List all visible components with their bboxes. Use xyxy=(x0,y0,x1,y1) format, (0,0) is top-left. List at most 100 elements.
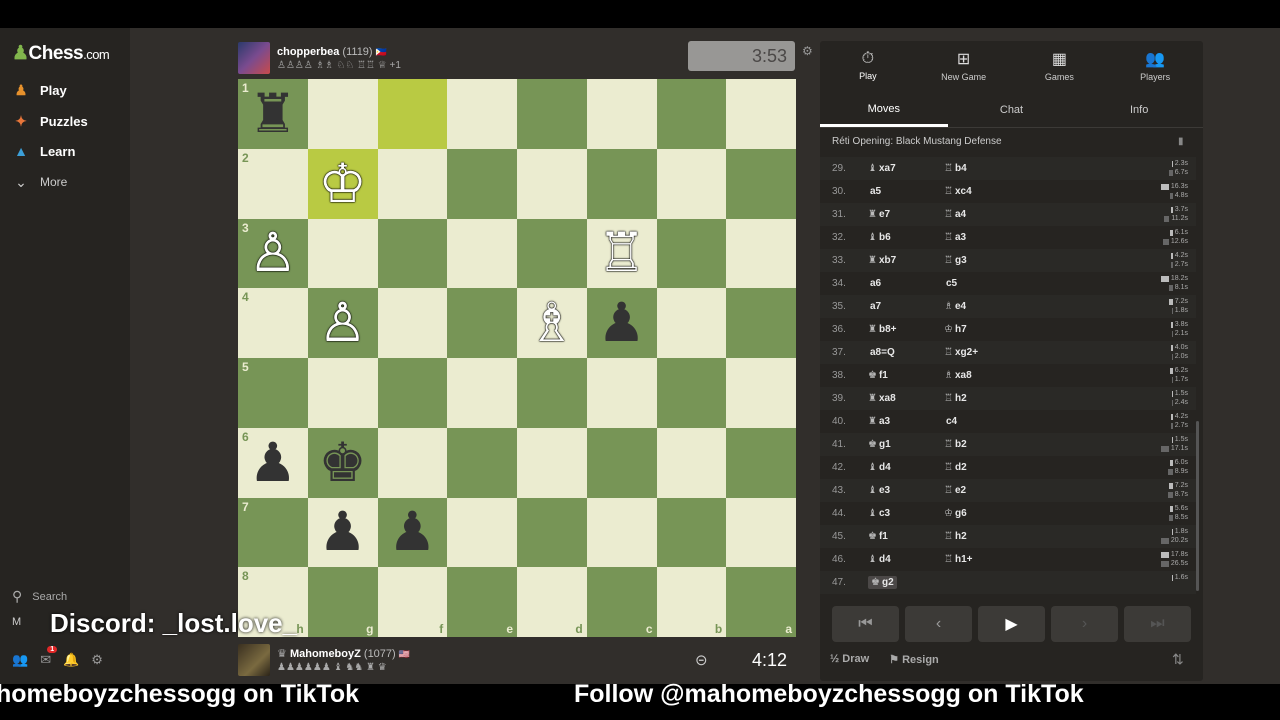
first-move-button[interactable]: ⏮ xyxy=(832,606,899,642)
square-f4[interactable] xyxy=(377,288,448,358)
black-move[interactable]: ♔ h7 xyxy=(944,324,1020,335)
gear-icon[interactable]: ⚙ xyxy=(91,652,103,668)
white-move[interactable]: ♝ d4 xyxy=(868,554,944,565)
square-c4[interactable]: ♟ xyxy=(586,288,657,358)
white-move[interactable]: ♝ e3 xyxy=(868,485,944,496)
square-e1[interactable] xyxy=(447,79,517,149)
square-c7[interactable] xyxy=(586,497,657,568)
sidebar-item-puzzles[interactable]: ✦ Puzzles xyxy=(12,110,88,132)
square-f5[interactable] xyxy=(377,358,448,428)
square-g6[interactable]: ♚ xyxy=(307,427,378,498)
black-move[interactable]: c5 xyxy=(944,278,1020,289)
bottom-player-name[interactable]: ♛ MahomeboyZ (1077) 🇺🇸 xyxy=(277,647,410,660)
square-h4[interactable]: 4 xyxy=(238,288,308,358)
black-move[interactable]: ♖ b2 xyxy=(944,439,1020,450)
sidebar-search[interactable]: ⚲ Search xyxy=(12,588,67,605)
piece-h6[interactable]: ♟ xyxy=(238,428,308,498)
black-move[interactable]: c4 xyxy=(944,416,1020,427)
play-button[interactable]: ▶ xyxy=(978,606,1045,642)
piece-g7[interactable]: ♟ xyxy=(308,498,378,568)
square-b2[interactable] xyxy=(656,148,727,219)
next-move-button[interactable]: › xyxy=(1051,606,1118,642)
white-move[interactable]: ♝ c3 xyxy=(868,508,944,519)
square-b6[interactable] xyxy=(656,427,727,498)
white-move[interactable]: ♝ d4 xyxy=(868,462,944,473)
square-b3[interactable] xyxy=(656,218,727,289)
chess-logo[interactable]: ♟Chess.com xyxy=(12,42,110,65)
square-c1[interactable] xyxy=(586,79,657,149)
white-move[interactable]: ♚ f1 xyxy=(868,531,944,542)
square-c6[interactable] xyxy=(586,427,657,498)
square-d3[interactable] xyxy=(517,218,587,289)
flip-board-icon[interactable]: ⇅ xyxy=(1172,651,1184,668)
subtab-moves[interactable]: Moves xyxy=(820,93,948,127)
black-move[interactable] xyxy=(944,577,1020,588)
square-a4[interactable] xyxy=(726,288,796,358)
white-move[interactable]: ♜ e7 xyxy=(868,209,944,220)
tab-new-game[interactable]: ⊞ New Game xyxy=(916,41,1012,89)
white-move[interactable]: ♚ g2 xyxy=(868,576,944,589)
white-move[interactable]: ♜ a3 xyxy=(868,416,944,427)
top-player-avatar[interactable] xyxy=(238,42,270,74)
piece-c4[interactable]: ♟ xyxy=(587,288,657,358)
white-move[interactable]: a5 xyxy=(868,186,944,197)
resign-button[interactable]: ⚑ Resign xyxy=(889,653,939,666)
square-h5[interactable]: 5 xyxy=(238,358,308,428)
black-move[interactable]: ♖ g3 xyxy=(944,255,1020,266)
sidebar-item-learn[interactable]: ▲ Learn xyxy=(12,140,75,162)
black-move[interactable]: ♖ d2 xyxy=(944,462,1020,473)
messages-icon[interactable]: ✉ 1 xyxy=(40,646,58,668)
square-h7[interactable]: 7 xyxy=(238,497,308,568)
square-f8[interactable]: f xyxy=(377,567,448,637)
white-move[interactable]: ♜ xb7 xyxy=(868,255,944,266)
chess-board[interactable]: 1 ♜ 2 ♔ 3 ♙ ♖ 4 ♙ ♗ ♟ 5 6 ♟ ♚ 7 ♟ ♟ 8 h g f e d c b a xyxy=(238,79,796,637)
piece-g2[interactable]: ♔ xyxy=(308,149,378,219)
square-g8[interactable]: g xyxy=(307,567,378,637)
bottom-player-avatar[interactable] xyxy=(238,644,270,676)
square-a2[interactable] xyxy=(726,148,796,219)
square-d4[interactable]: ♗ xyxy=(517,288,587,358)
square-f6[interactable] xyxy=(377,427,448,498)
square-g1[interactable] xyxy=(307,79,378,149)
last-move-button[interactable]: ⏭ xyxy=(1124,606,1191,642)
black-move[interactable]: ♖ h2 xyxy=(944,531,1020,542)
black-move[interactable]: ♖ h2 xyxy=(944,393,1020,404)
black-move[interactable]: ♖ xg2+ xyxy=(944,347,1020,358)
square-f3[interactable] xyxy=(377,218,448,289)
black-move[interactable]: ♗ xa8 xyxy=(944,370,1020,381)
tab-players[interactable]: 👥 Players xyxy=(1107,41,1203,89)
subtab-info[interactable]: Info xyxy=(1075,93,1203,127)
bell-icon[interactable]: 🔔 xyxy=(63,652,79,668)
square-d6[interactable] xyxy=(517,427,587,498)
piece-g4[interactable]: ♙ xyxy=(308,288,378,358)
square-b4[interactable] xyxy=(656,288,727,358)
square-c2[interactable] xyxy=(586,148,657,219)
draw-button[interactable]: ½ Draw xyxy=(830,653,869,666)
previous-move-button[interactable]: ‹ xyxy=(905,606,972,642)
square-a1[interactable] xyxy=(726,79,796,149)
square-c3[interactable]: ♖ xyxy=(586,218,657,289)
opening-name[interactable]: Réti Opening: Black Mustang Defense xyxy=(832,136,1002,147)
square-d2[interactable] xyxy=(517,148,587,219)
friends-icon[interactable]: 👥 xyxy=(12,652,28,668)
white-move[interactable]: a7 xyxy=(868,301,944,312)
square-e3[interactable] xyxy=(447,218,517,289)
black-move[interactable]: ♗ e4 xyxy=(944,301,1020,312)
square-c5[interactable] xyxy=(586,358,657,428)
square-e8[interactable]: e xyxy=(447,567,517,637)
black-move[interactable]: ♖ a3 xyxy=(944,232,1020,243)
black-move[interactable]: ♖ xc4 xyxy=(944,186,1020,197)
tab-play[interactable]: ⏱ Play xyxy=(820,41,916,89)
square-f7[interactable]: ♟ xyxy=(377,497,448,568)
square-h2[interactable]: 2 xyxy=(238,148,308,219)
black-move[interactable]: ♖ b4 xyxy=(944,163,1020,174)
square-e5[interactable] xyxy=(447,358,517,428)
square-h1[interactable]: 1 ♜ xyxy=(238,79,308,149)
square-b1[interactable] xyxy=(656,79,727,149)
square-g4[interactable]: ♙ xyxy=(307,288,378,358)
piece-d4[interactable]: ♗ xyxy=(517,288,587,358)
square-a3[interactable] xyxy=(726,218,796,289)
square-h3[interactable]: 3 ♙ xyxy=(238,218,308,289)
piece-h1[interactable]: ♜ xyxy=(238,79,308,149)
black-move[interactable]: ♖ e2 xyxy=(944,485,1020,496)
